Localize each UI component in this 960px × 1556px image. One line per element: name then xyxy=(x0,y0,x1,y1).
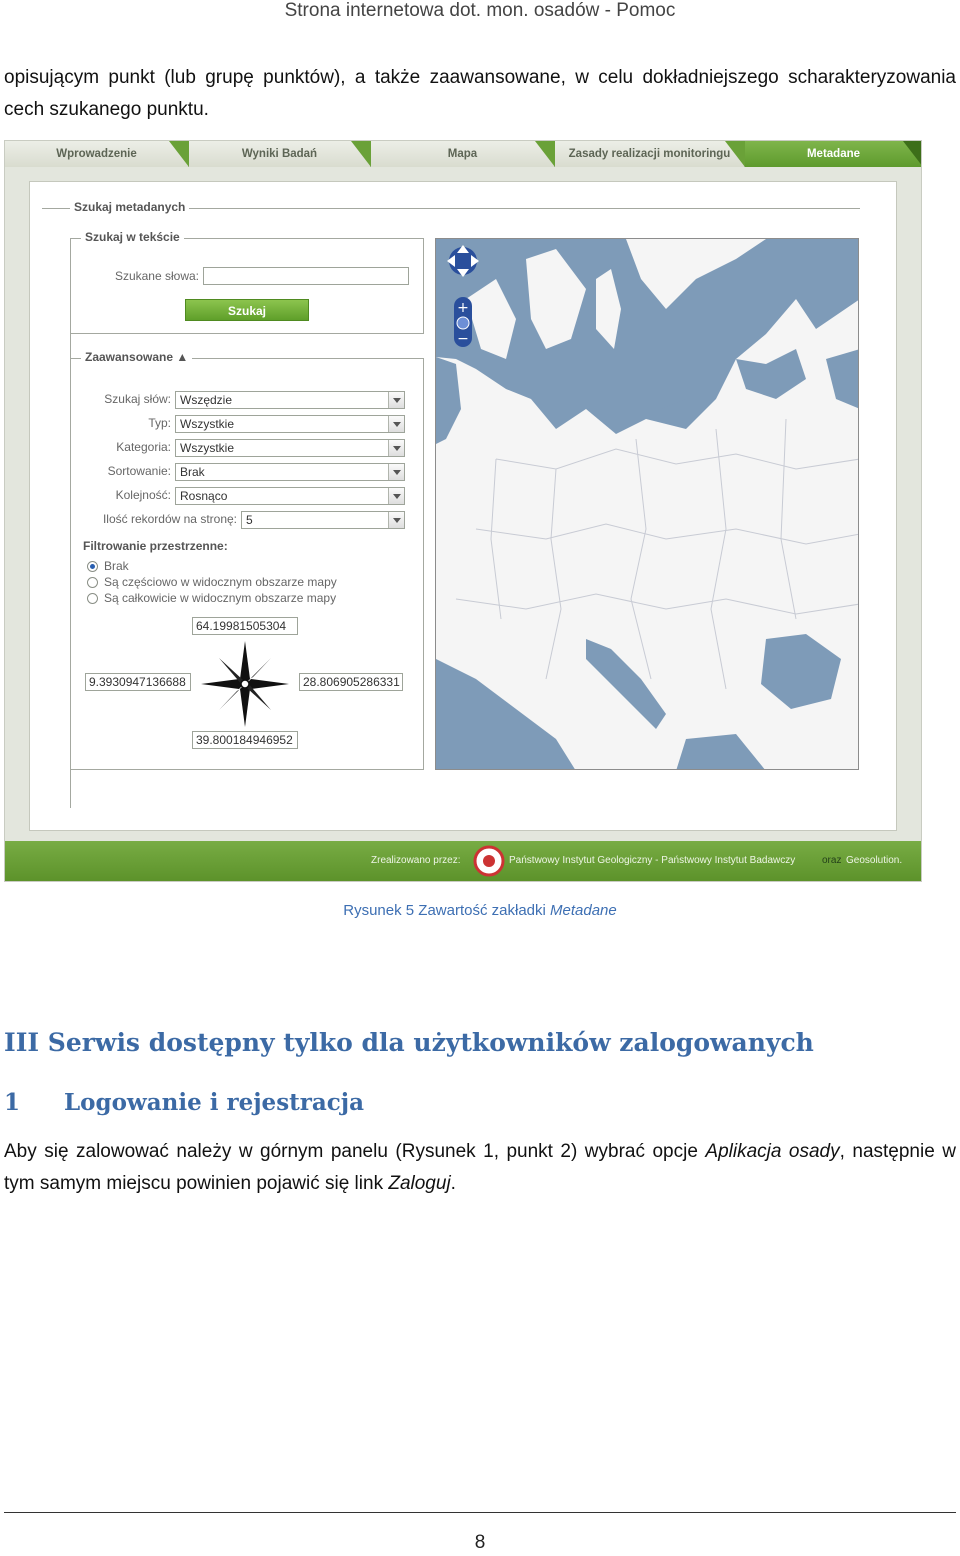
chevron-down-icon xyxy=(388,392,404,408)
caption-text: Rysunek 5 Zawartość zakładki xyxy=(343,902,546,919)
subsection-heading: 1 Logowanie i rejestracja xyxy=(4,1089,364,1116)
tab-mapa[interactable]: Mapa xyxy=(371,141,555,167)
tab-bar: Wprowadzenie Wyniki Badań Mapa Zasady re… xyxy=(5,141,921,167)
tab-label: Wyniki Badań xyxy=(241,148,318,160)
select-value: Rosnąco xyxy=(180,489,228,503)
compass-rose-icon xyxy=(201,641,289,727)
europe-map: + − xyxy=(436,239,858,769)
search-words-scope-select[interactable]: Wszędzie xyxy=(175,391,405,409)
spatial-option-none[interactable]: Brak xyxy=(87,559,129,573)
body-paragraph: Aby się zalowować należy w górnym panelu… xyxy=(4,1136,956,1200)
chevron-down-icon xyxy=(388,416,404,432)
caption-italic: Metadane xyxy=(550,902,617,919)
subsection-title: Logowanie i rejestracja xyxy=(64,1089,365,1116)
metadata-screenshot: Wprowadzenie Wyniki Badań Mapa Zasady re… xyxy=(4,140,922,882)
spatial-option-partial[interactable]: Są częściowo w widocznym obszarze mapy xyxy=(87,575,337,589)
tab-label: Wprowadzenie xyxy=(56,148,137,160)
footer-prefix: Zrealizowano przez: xyxy=(371,855,461,866)
footer-conj: oraz xyxy=(822,855,842,866)
chevron-down-icon xyxy=(388,464,404,480)
records-per-page-label: Ilość rekordów na stronę: xyxy=(102,512,237,526)
running-header: Strona internetowa dot. mon. osadów - Po… xyxy=(284,0,676,21)
search-button[interactable]: Szukaj xyxy=(185,299,309,321)
bbox-north-input[interactable]: 64.19981505304 xyxy=(192,617,298,635)
type-select[interactable]: Wszystkie xyxy=(175,415,405,433)
map-view[interactable]: + − xyxy=(435,238,859,770)
subsection-number: 1 xyxy=(4,1089,21,1116)
radio-label: Brak xyxy=(104,559,129,573)
svg-text:+: + xyxy=(457,300,469,316)
advanced-fieldset: Zaawansowane ▲ Szukaj słów: Wszędzie Typ… xyxy=(70,350,424,770)
select-value: 5 xyxy=(246,513,253,527)
spatial-filter-title: Filtrowanie przestrzenne: xyxy=(83,539,228,553)
search-words-input[interactable] xyxy=(203,267,409,285)
spatial-option-full[interactable]: Są całkowicie w widocznym obszarze mapy xyxy=(87,591,336,605)
category-label: Kategoria: xyxy=(116,440,171,454)
search-words-scope-label: Szukaj słów: xyxy=(104,392,171,406)
search-metadata-legend: Szukaj metadanych xyxy=(70,200,190,214)
radio-icon xyxy=(87,576,98,588)
body-text-1: Aby się zalowować należy w górnym panelu… xyxy=(4,1141,706,1162)
radio-icon xyxy=(87,592,98,604)
footer-rule xyxy=(4,1512,956,1513)
advanced-legend-toggle[interactable]: Zaawansowane ▲ xyxy=(81,350,193,364)
chevron-down-icon xyxy=(388,512,404,528)
footer-partner-link[interactable]: Geosolution. xyxy=(846,855,902,866)
bbox-west-input[interactable]: 9.3930947136688 xyxy=(85,673,191,691)
footer-institute-link[interactable]: Państwowy Instytut Geologiczny - Państwo… xyxy=(509,855,795,866)
search-words-label: Szukane słowa: xyxy=(114,269,199,283)
intro-paragraph: opisującym punkt (lub grupę punktów), a … xyxy=(4,67,956,120)
records-per-page-select[interactable]: 5 xyxy=(241,511,405,529)
order-label: Kolejność: xyxy=(115,488,171,502)
institute-logo-icon xyxy=(473,845,505,877)
bbox-south-input[interactable]: 39.800184946952 xyxy=(192,731,298,749)
tab-wprowadzenie[interactable]: Wprowadzenie xyxy=(5,141,189,167)
tab-label: Metadane xyxy=(806,148,861,160)
radio-label: Są całkowicie w widocznym obszarze mapy xyxy=(104,591,337,605)
radio-selected-icon xyxy=(87,560,98,572)
figure-caption: Rysunek 5 Zawartość zakładki Metadane xyxy=(0,902,960,919)
page-number: 8 xyxy=(474,1532,486,1553)
sorting-label: Sortowanie: xyxy=(107,464,171,478)
content-panel: Szukaj metadanych Szukaj w tekście Szuka… xyxy=(29,181,897,831)
sorting-select[interactable]: Brak xyxy=(175,463,405,481)
chevron-down-icon xyxy=(388,488,404,504)
category-select[interactable]: Wszystkie xyxy=(175,439,405,457)
footer-bar: Zrealizowano przez: Państwowy Instytut G… xyxy=(5,841,921,881)
order-select[interactable]: Rosnąco xyxy=(175,487,405,505)
tab-label: Mapa xyxy=(447,148,478,160)
select-value: Wszystkie xyxy=(180,441,234,455)
tab-label: Zasady realizacji monitoringu xyxy=(568,148,731,160)
tab-metadane[interactable]: Metadane xyxy=(745,141,921,167)
tab-zasady[interactable]: Zasady realizacji monitoringu xyxy=(555,141,745,167)
text-search-legend: Szukaj w tekście xyxy=(81,230,184,244)
text-search-fieldset: Szukaj w tekście Szukane słowa: Szukaj xyxy=(70,230,424,334)
select-value: Wszędzie xyxy=(180,393,233,407)
select-value: Brak xyxy=(180,465,205,479)
tab-wyniki-badan[interactable]: Wyniki Badań xyxy=(189,141,371,167)
body-italic-2: Zaloguj xyxy=(388,1173,451,1194)
chevron-down-icon xyxy=(388,440,404,456)
body-italic-1: Aplikacja osady xyxy=(705,1141,840,1162)
select-value: Wszystkie xyxy=(180,417,234,431)
body-text-3: . xyxy=(450,1173,456,1194)
section-heading: III Serwis dostępny tylko dla użytkownik… xyxy=(4,1028,814,1057)
type-label: Typ: xyxy=(148,416,171,430)
radio-label: Są częściowo w widocznym obszarze mapy xyxy=(104,575,337,589)
bbox-east-input[interactable]: 28.806905286331 xyxy=(299,673,403,691)
svg-text:−: − xyxy=(457,331,469,347)
